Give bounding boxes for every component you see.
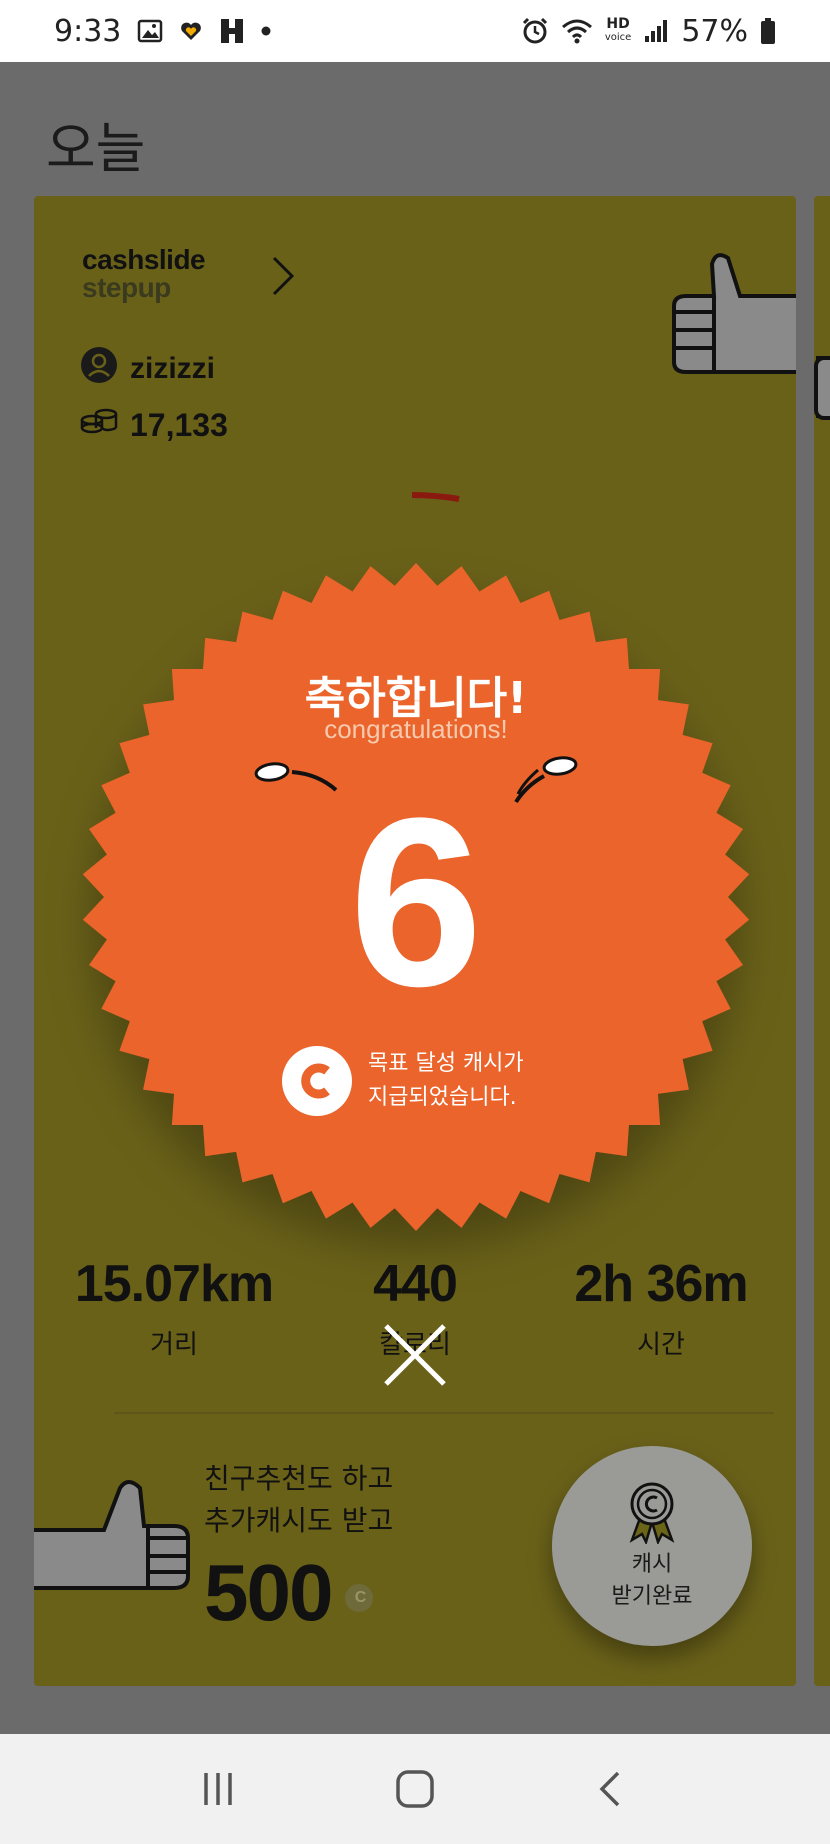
referral-line-1: 친구추천도 하고 <box>204 1462 394 1495</box>
referral-promo[interactable]: 친구추천도 하고 추가캐시도 받고 500 C <box>204 1458 393 1638</box>
congratulations-badge: 축하합니다! congratulations! 6 목표 달성 캐시가 지급되었… <box>78 562 754 1232</box>
close-icon[interactable] <box>376 1316 454 1394</box>
signal-icon <box>643 18 669 44</box>
congrats-title-en: congratulations! <box>324 714 508 744</box>
back-icon[interactable] <box>572 1749 652 1829</box>
reward-line-1: 목표 달성 캐시가 <box>368 1051 524 1076</box>
reward-message: 목표 달성 캐시가 지급되었습니다. <box>282 1046 524 1116</box>
h-app-icon <box>219 17 245 45</box>
cash-coin-icon: C <box>345 1584 374 1612</box>
reward-line-2: 지급되었습니다. <box>368 1085 517 1110</box>
hd-voice-indicator: HD voice <box>604 16 632 43</box>
goal-level-number: 6 <box>349 768 483 1036</box>
navigation-bar <box>0 1734 830 1844</box>
referral-line-2: 추가캐시도 받고 <box>204 1504 394 1537</box>
next-card-peek[interactable] <box>814 196 830 1686</box>
divider <box>114 1412 774 1414</box>
cash-c-icon <box>282 1046 352 1116</box>
claim-line-2: 받기완료 <box>611 1583 693 1609</box>
thumbs-up-illustration-bottom <box>34 1476 204 1611</box>
heart-app-icon <box>179 20 203 42</box>
claim-cash-button[interactable]: 캐시 받기완료 <box>552 1446 752 1646</box>
calories-value: 440 <box>373 1255 458 1313</box>
status-time: 9:33 <box>54 13 122 49</box>
page-title: 오늘 <box>46 117 146 180</box>
time-value: 2h 36m <box>574 1255 748 1313</box>
alarm-icon <box>521 17 549 45</box>
time-stat: 2h 36m 시간 <box>546 1254 776 1361</box>
home-icon[interactable] <box>375 1749 455 1829</box>
referral-amount: 500 <box>204 1548 333 1637</box>
battery-icon <box>760 17 776 45</box>
distance-stat: 15.07km 거리 <box>54 1254 294 1361</box>
distance-label: 거리 <box>150 1330 198 1360</box>
status-bar: 9:33 HD voice 57% <box>0 0 830 62</box>
claim-line-1: 캐시 <box>631 1551 673 1577</box>
gallery-icon <box>137 18 163 44</box>
recent-apps-icon[interactable] <box>178 1749 258 1829</box>
time-label: 시간 <box>637 1330 685 1360</box>
battery-percent: 57% <box>681 13 748 49</box>
wifi-icon <box>561 18 593 44</box>
referral-amount-row: 500 C <box>204 1548 393 1638</box>
distance-value: 15.07km <box>74 1255 274 1313</box>
award-badge-icon <box>622 1480 682 1549</box>
notification-dot-icon <box>261 26 271 36</box>
